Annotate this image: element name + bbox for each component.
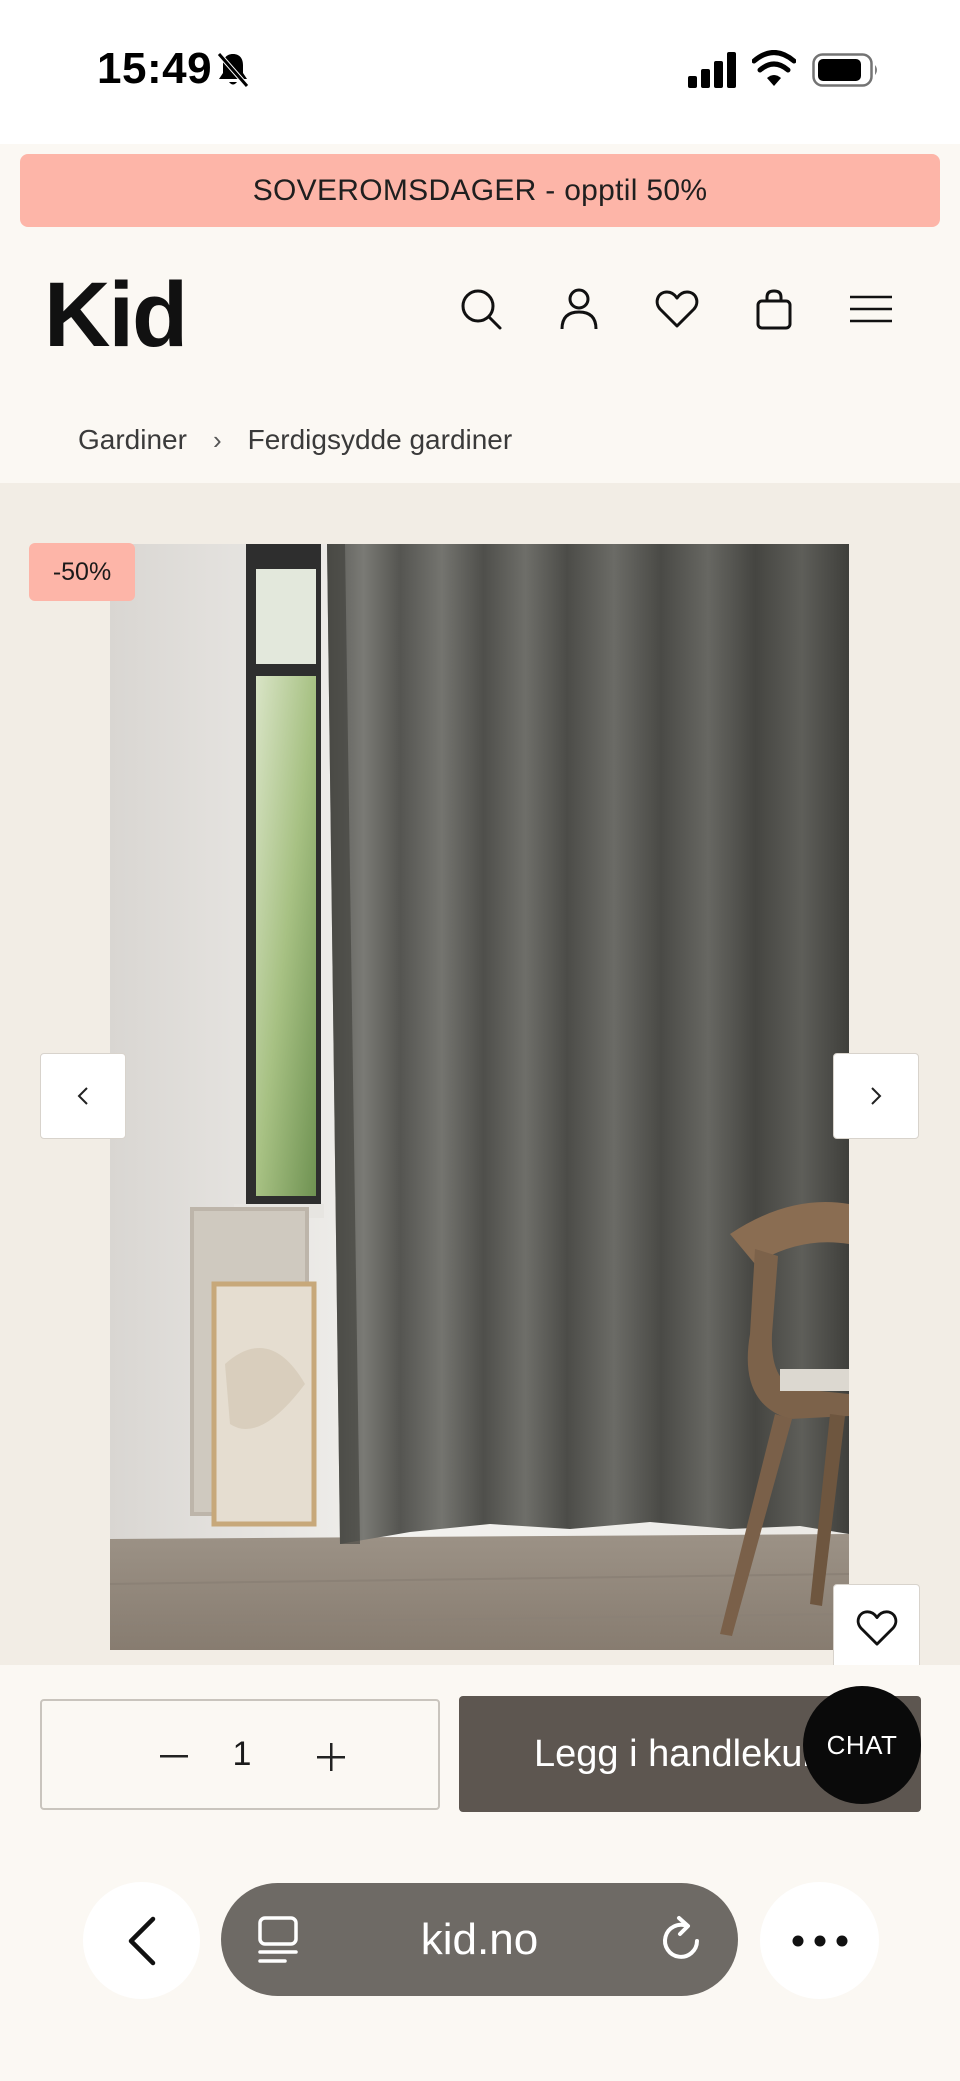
back-icon bbox=[128, 1916, 155, 1965]
chevron-right-icon bbox=[871, 1087, 882, 1105]
add-to-cart-label: Legg i handlekurv bbox=[534, 1732, 834, 1775]
reload-icon[interactable] bbox=[657, 1913, 707, 1965]
quantity-stepper: 1 bbox=[40, 1699, 440, 1810]
logo[interactable]: Kid bbox=[44, 260, 188, 370]
promo-banner[interactable]: SOVEROMSDAGER - opptil 50% bbox=[20, 154, 940, 227]
browser-more-button[interactable] bbox=[760, 1882, 879, 1999]
discount-badge: -50% bbox=[29, 543, 135, 601]
shopping-bag-icon[interactable] bbox=[749, 284, 799, 334]
gallery-next-button[interactable] bbox=[833, 1053, 919, 1139]
breadcrumb-item-gardiner[interactable]: Gardiner bbox=[78, 424, 187, 456]
breadcrumb: Gardiner › Ferdigsydde gardiner bbox=[78, 418, 512, 462]
more-icon bbox=[792, 1935, 847, 1946]
wifi-icon bbox=[752, 50, 796, 86]
chevron-right-icon: › bbox=[212, 424, 222, 455]
bell-off-icon bbox=[217, 52, 249, 88]
chat-label: CHAT bbox=[826, 1729, 898, 1760]
status-time: 15:49 bbox=[97, 44, 213, 93]
product-image[interactable] bbox=[110, 544, 849, 1650]
heart-icon bbox=[856, 1609, 897, 1646]
battery-icon bbox=[812, 53, 877, 87]
quantity-decrease-button[interactable] bbox=[146, 1729, 202, 1785]
cellular-signal-icon bbox=[688, 52, 736, 88]
account-icon[interactable] bbox=[554, 284, 604, 334]
browser-url-bar[interactable]: kid.no bbox=[221, 1883, 738, 1996]
wishlist-button[interactable] bbox=[833, 1584, 920, 1671]
gallery-prev-button[interactable] bbox=[40, 1053, 126, 1139]
menu-icon[interactable] bbox=[846, 284, 896, 334]
plus-icon bbox=[317, 1743, 345, 1771]
status-bar: 15:49 bbox=[0, 0, 960, 144]
quantity-value[interactable]: 1 bbox=[212, 1701, 272, 1808]
browser-back-button[interactable] bbox=[83, 1882, 200, 1999]
breadcrumb-item-ferdigsydde-gardiner[interactable]: Ferdigsydde gardiner bbox=[248, 424, 513, 456]
chat-button[interactable]: CHAT bbox=[803, 1686, 921, 1804]
site-header: Kid bbox=[0, 240, 960, 380]
chevron-left-icon bbox=[77, 1087, 88, 1105]
search-icon[interactable] bbox=[456, 284, 506, 334]
discount-badge-text: -50% bbox=[52, 557, 112, 586]
promo-banner-text: SOVEROMSDAGER - opptil 50% bbox=[252, 173, 708, 207]
minus-icon bbox=[160, 1755, 188, 1758]
quantity-increase-button[interactable] bbox=[303, 1729, 359, 1785]
heart-icon[interactable] bbox=[652, 284, 702, 334]
